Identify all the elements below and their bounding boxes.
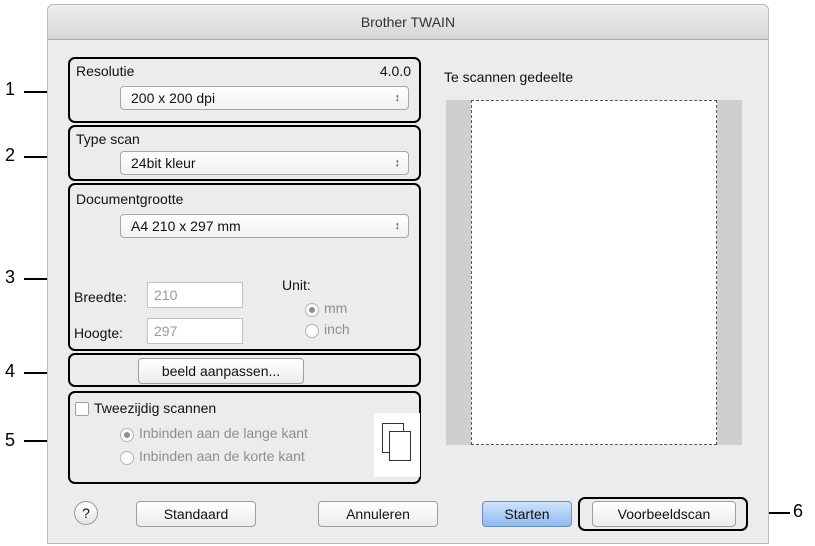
help-button[interactable]: ? — [74, 501, 98, 525]
adjust-image-button[interactable]: beeld aanpassen... — [138, 358, 304, 384]
callout-6: 6 — [793, 501, 804, 521]
preview-label: Te scannen gedeelte — [444, 69, 574, 85]
twain-dialog: Brother TWAIN Resolutie 4.0.0 200 x 200 … — [47, 4, 769, 544]
duplex-short-edge-radio[interactable] — [120, 451, 134, 465]
resolution-label: Resolutie — [76, 63, 135, 79]
duplex-section: Tweezijdig scannen Inbinden aan de lange… — [68, 391, 421, 484]
resolution-value: 200 x 200 dpi — [131, 90, 216, 106]
width-field[interactable]: 210 — [147, 282, 243, 308]
callout-3: 3 — [5, 267, 16, 287]
duplex-checkbox[interactable] — [75, 402, 89, 416]
scan-type-select[interactable]: 24bit kleur ↕ — [120, 151, 409, 175]
document-size-section: Documentgrootte A4 210 x 297 mm ↕ Breedt… — [68, 183, 421, 351]
unit-mm-label: mm — [324, 300, 348, 316]
duplex-short-edge-label: Inbinden aan de korte kant — [139, 448, 305, 464]
scan-type-label: Type scan — [76, 131, 140, 147]
height-label: Hoogte: — [74, 325, 124, 341]
up-down-arrows-icon: ↕ — [394, 92, 401, 104]
start-button[interactable]: Starten — [482, 501, 572, 527]
up-down-arrows-icon: ↕ — [394, 157, 401, 169]
window-title: Brother TWAIN — [360, 14, 456, 30]
prescan-button[interactable]: Voorbeeldscan — [592, 501, 736, 527]
callout-1: 1 — [5, 79, 16, 99]
resolution-select[interactable]: 200 x 200 dpi ↕ — [120, 86, 409, 110]
scan-type-section: Type scan 24bit kleur ↕ — [68, 125, 421, 181]
scan-type-value: 24bit kleur — [131, 155, 196, 171]
preview-area — [446, 100, 742, 445]
up-down-arrows-icon: ↕ — [394, 220, 401, 232]
prescan-section: Voorbeeldscan — [578, 497, 748, 531]
duplex-long-edge-radio[interactable] — [120, 428, 134, 442]
document-size-select[interactable]: A4 210 x 297 mm ↕ — [120, 214, 409, 238]
resolution-section: Resolutie 4.0.0 200 x 200 dpi ↕ — [68, 57, 421, 123]
unit-inch-label: inch — [324, 321, 350, 337]
callout-2: 2 — [5, 145, 16, 165]
adjust-image-section: beeld aanpassen... — [68, 353, 421, 387]
width-label: Breedte: — [74, 289, 127, 305]
title-bar: Brother TWAIN — [48, 5, 768, 40]
version-label: 4.0.0 — [379, 63, 411, 79]
cancel-button[interactable]: Annuleren — [318, 501, 438, 527]
duplex-binding-icon — [374, 413, 420, 477]
callout-4: 4 — [5, 361, 16, 381]
document-size-value: A4 210 x 297 mm — [131, 218, 241, 234]
unit-inch-radio[interactable] — [305, 324, 319, 338]
height-field[interactable]: 297 — [147, 318, 243, 344]
unit-label: Unit: — [282, 277, 311, 293]
unit-mm-radio[interactable] — [305, 303, 319, 317]
default-button[interactable]: Standaard — [136, 501, 256, 527]
callout-5: 5 — [5, 430, 16, 450]
document-size-label: Documentgrootte — [76, 191, 184, 207]
duplex-label: Tweezijdig scannen — [94, 400, 217, 416]
scan-area-selection[interactable] — [471, 100, 717, 445]
duplex-long-edge-label: Inbinden aan de lange kant — [139, 425, 308, 441]
